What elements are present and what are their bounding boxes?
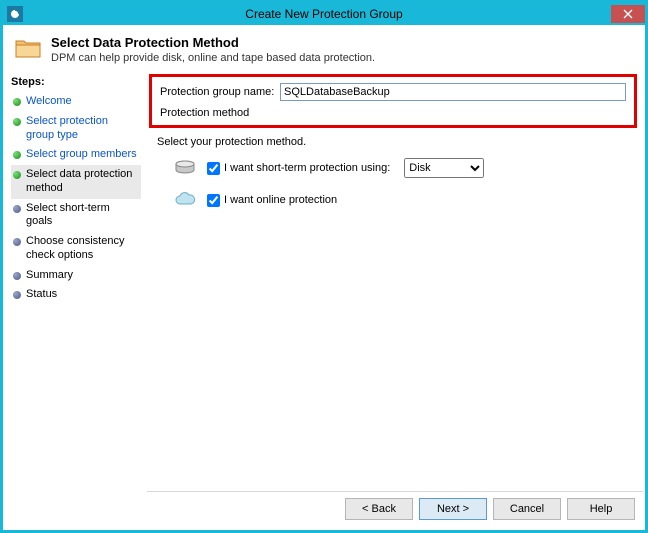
main-panel: Protection group name: Protection method… [145, 70, 645, 530]
step-status: Status [11, 285, 141, 305]
titlebar: Create New Protection Group [3, 3, 645, 25]
wizard-header: Select Data Protection Method DPM can he… [3, 25, 645, 70]
step-consistency-check: Choose consistency check options [11, 232, 141, 266]
group-name-input[interactable] [280, 83, 626, 101]
online-checkbox[interactable] [207, 194, 220, 207]
protection-method-heading: Protection method [160, 107, 626, 119]
wizard-footer: < Back Next > Cancel Help [145, 492, 645, 530]
online-checkbox-label[interactable]: I want online protection [207, 194, 337, 207]
step-label: Summary [26, 269, 73, 283]
steps-heading: Steps: [11, 76, 141, 88]
bullet-icon [13, 171, 21, 179]
help-button[interactable]: Help [567, 498, 635, 520]
step-group-members[interactable]: Select group members [11, 145, 141, 165]
short-term-option: I want short-term protection using: Disk [173, 158, 635, 178]
short-term-checkbox[interactable] [207, 162, 220, 175]
page-subtitle: DPM can help provide disk, online and ta… [51, 52, 375, 64]
step-label: Select data protection method [26, 168, 139, 196]
group-name-label: Protection group name: [160, 86, 280, 98]
step-summary: Summary [11, 266, 141, 286]
disk-icon [173, 160, 197, 176]
step-label: Status [26, 288, 57, 302]
short-term-media-select[interactable]: Disk [404, 158, 484, 178]
step-label[interactable]: Select protection group type [26, 115, 139, 143]
bullet-icon [13, 118, 21, 126]
select-prompt: Select your protection method. [157, 136, 635, 148]
online-option: I want online protection [173, 192, 635, 208]
step-welcome[interactable]: Welcome [11, 92, 141, 112]
step-data-protection-method: Select data protection method [11, 165, 141, 199]
step-short-term-goals: Select short-term goals [11, 199, 141, 233]
back-button[interactable]: < Back [345, 498, 413, 520]
step-protection-group-type[interactable]: Select protection group type [11, 112, 141, 146]
bullet-icon [13, 151, 21, 159]
page-title: Select Data Protection Method [51, 35, 375, 50]
step-label[interactable]: Welcome [26, 95, 72, 109]
step-label[interactable]: Select group members [26, 148, 137, 162]
window-title: Create New Protection Group [3, 7, 645, 21]
short-term-text: I want short-term protection using: [224, 162, 390, 174]
folder-icon [15, 37, 43, 62]
highlighted-section: Protection group name: Protection method [149, 74, 637, 128]
bullet-icon [13, 98, 21, 106]
wizard-window: Create New Protection Group Select Data … [0, 0, 648, 533]
step-label: Choose consistency check options [26, 235, 139, 263]
bullet-icon [13, 291, 21, 299]
online-text: I want online protection [224, 194, 337, 206]
bullet-icon [13, 272, 21, 280]
cloud-icon [173, 192, 197, 208]
short-term-checkbox-label[interactable]: I want short-term protection using: [207, 162, 390, 175]
steps-sidebar: Steps: Welcome Select protection group t… [3, 70, 145, 530]
bullet-icon [13, 205, 21, 213]
cancel-button[interactable]: Cancel [493, 498, 561, 520]
bullet-icon [13, 238, 21, 246]
step-label: Select short-term goals [26, 202, 139, 230]
next-button[interactable]: Next > [419, 498, 487, 520]
